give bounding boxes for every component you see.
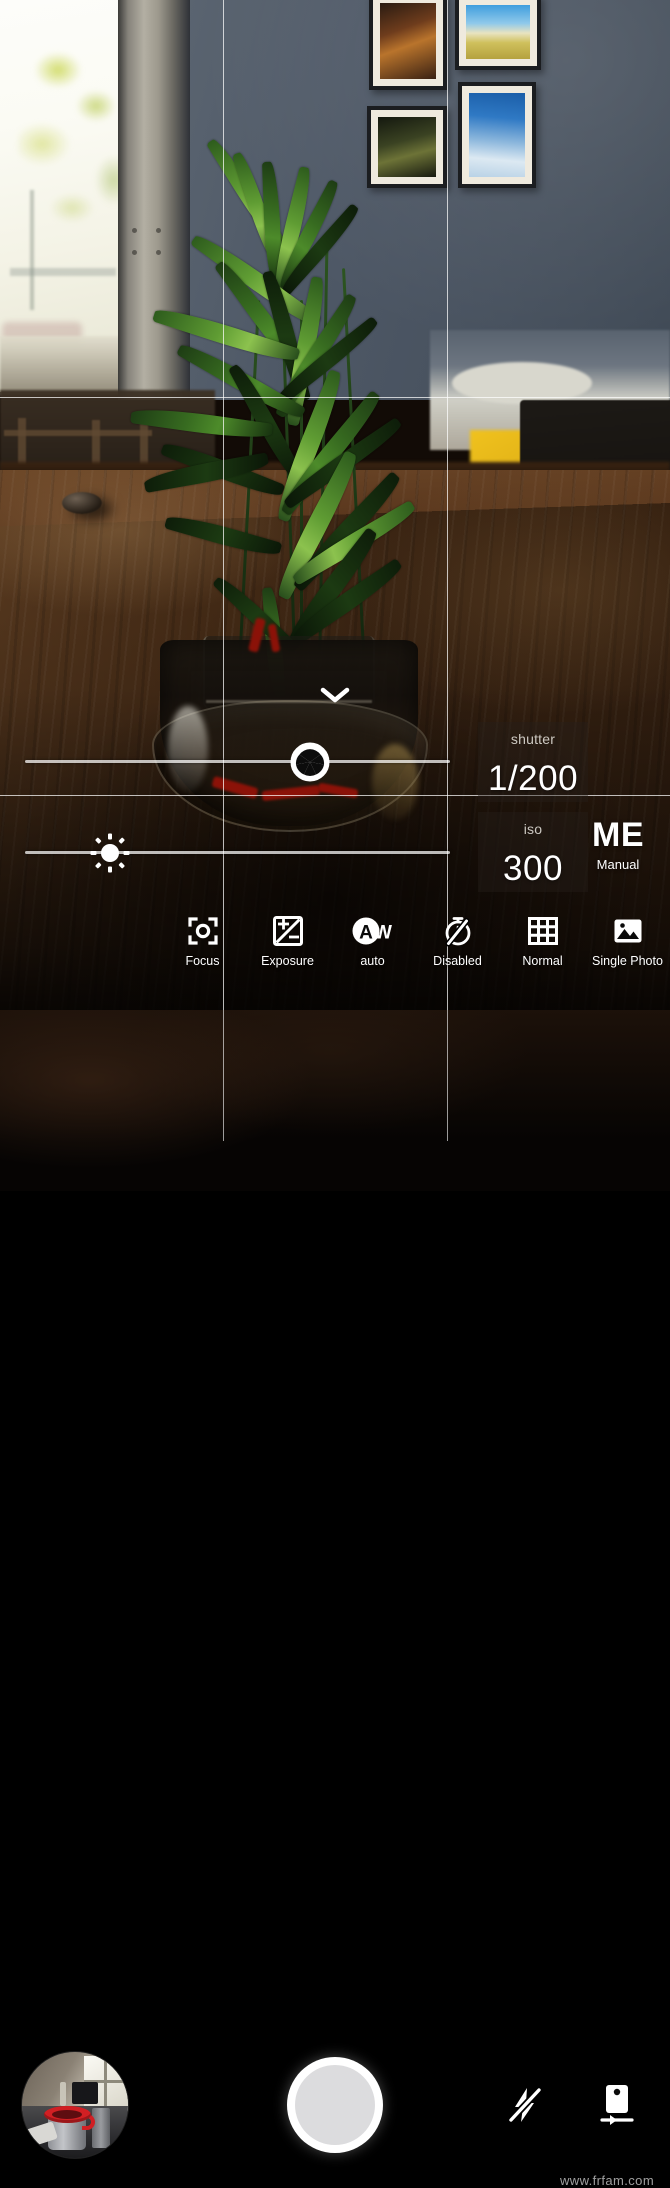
control-focus-label: Focus xyxy=(185,954,220,968)
watermark: www.frfam.com xyxy=(560,2173,655,2188)
svg-text:W: W xyxy=(374,923,392,944)
mode-name: Manual xyxy=(596,857,640,872)
bottom-divider-line xyxy=(447,1010,448,1141)
mode-readout[interactable]: ME Manual xyxy=(568,818,668,871)
scene-window-pole xyxy=(30,190,34,310)
single-photo-icon xyxy=(612,915,644,947)
scene-background-table xyxy=(452,362,592,404)
scene-vase-highlight xyxy=(372,744,418,820)
shutter-label: shutter xyxy=(510,731,556,747)
grid-icon xyxy=(527,915,559,947)
control-shoot-mode-label: Single Photo xyxy=(592,954,663,968)
control-exposure-label: Exposure xyxy=(261,954,314,968)
control-timer[interactable]: Disabled xyxy=(415,915,500,968)
control-focus[interactable]: Focus xyxy=(160,915,245,968)
exposure-compensation-icon xyxy=(272,915,304,947)
brightness-sun-icon[interactable] xyxy=(88,831,132,880)
bottom-divider-line xyxy=(223,1010,224,1141)
control-white-balance-label: auto xyxy=(360,954,385,968)
control-strip: Focus Exposure A W auto Disabled Normal … xyxy=(160,915,670,985)
scene-picture-frame xyxy=(455,0,541,70)
control-grid-label: Normal xyxy=(522,954,563,968)
svg-text:A: A xyxy=(359,923,373,944)
scene-picture-frame xyxy=(367,106,447,188)
scene-picture-frame xyxy=(369,0,447,90)
scene-window-rail xyxy=(10,268,116,276)
camera-switch-icon[interactable] xyxy=(597,2083,637,2127)
aperture-icon[interactable] xyxy=(288,740,332,789)
mode-abbreviation: ME xyxy=(592,816,644,854)
scene-stone xyxy=(62,492,102,514)
gallery-thumbnail[interactable] xyxy=(22,2052,128,2158)
scene-picture-frame xyxy=(458,82,536,188)
auto-white-balance-icon: A W xyxy=(351,915,395,947)
timer-disabled-icon xyxy=(442,915,474,947)
shutter-readout[interactable]: shutter 1/200 xyxy=(478,722,588,802)
bottom-action-bar: www.frfam.com xyxy=(0,1010,670,2188)
shutter-value: 1/200 xyxy=(487,759,579,798)
control-white-balance[interactable]: A W auto xyxy=(330,915,415,968)
chevron-down-icon[interactable] xyxy=(320,686,350,704)
aperture-slider-track[interactable] xyxy=(25,760,450,763)
focus-brackets-icon xyxy=(187,915,219,947)
control-exposure[interactable]: Exposure xyxy=(245,915,330,968)
control-grid[interactable]: Normal xyxy=(500,915,585,968)
shutter-button[interactable] xyxy=(287,2057,383,2153)
camera-viewfinder[interactable]: shutter 1/200 iso 300 ME Manual Focus Ex… xyxy=(0,0,670,1010)
shutter-button-inner xyxy=(295,2065,375,2145)
control-timer-label: Disabled xyxy=(433,954,482,968)
flash-off-icon[interactable] xyxy=(505,2085,545,2125)
scene-vase-highlight xyxy=(168,706,208,792)
control-shoot-mode[interactable]: Single Photo xyxy=(585,915,670,968)
scene-pillar xyxy=(118,0,190,400)
